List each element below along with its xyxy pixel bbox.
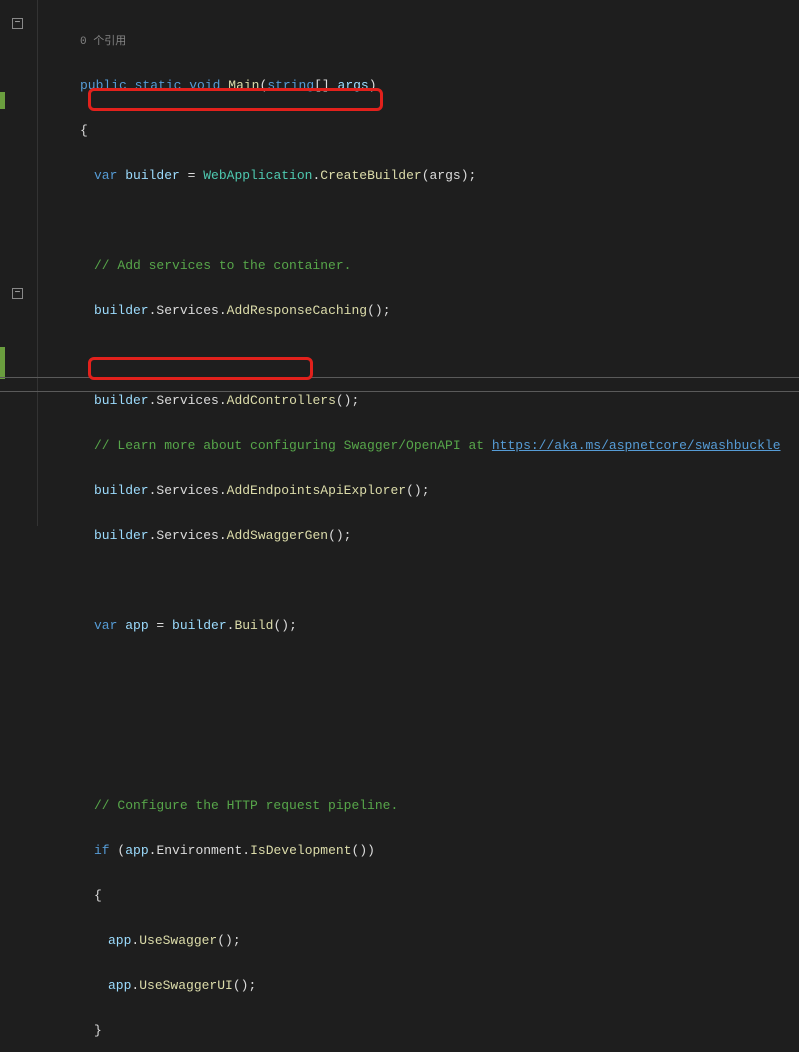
codelens-references[interactable]: 0 个引用 (80, 36, 126, 48)
change-marker (0, 347, 5, 379)
fold-toggle[interactable]: − (12, 288, 23, 299)
gutter: − − (0, 0, 38, 526)
fold-toggle[interactable]: − (12, 18, 23, 29)
doc-link[interactable]: https://aka.ms/aspnetcore/swashbuckle (492, 438, 781, 453)
change-marker (0, 92, 5, 109)
code-editor[interactable]: 0 个引用 public static void Main(string[] a… (38, 0, 799, 1052)
